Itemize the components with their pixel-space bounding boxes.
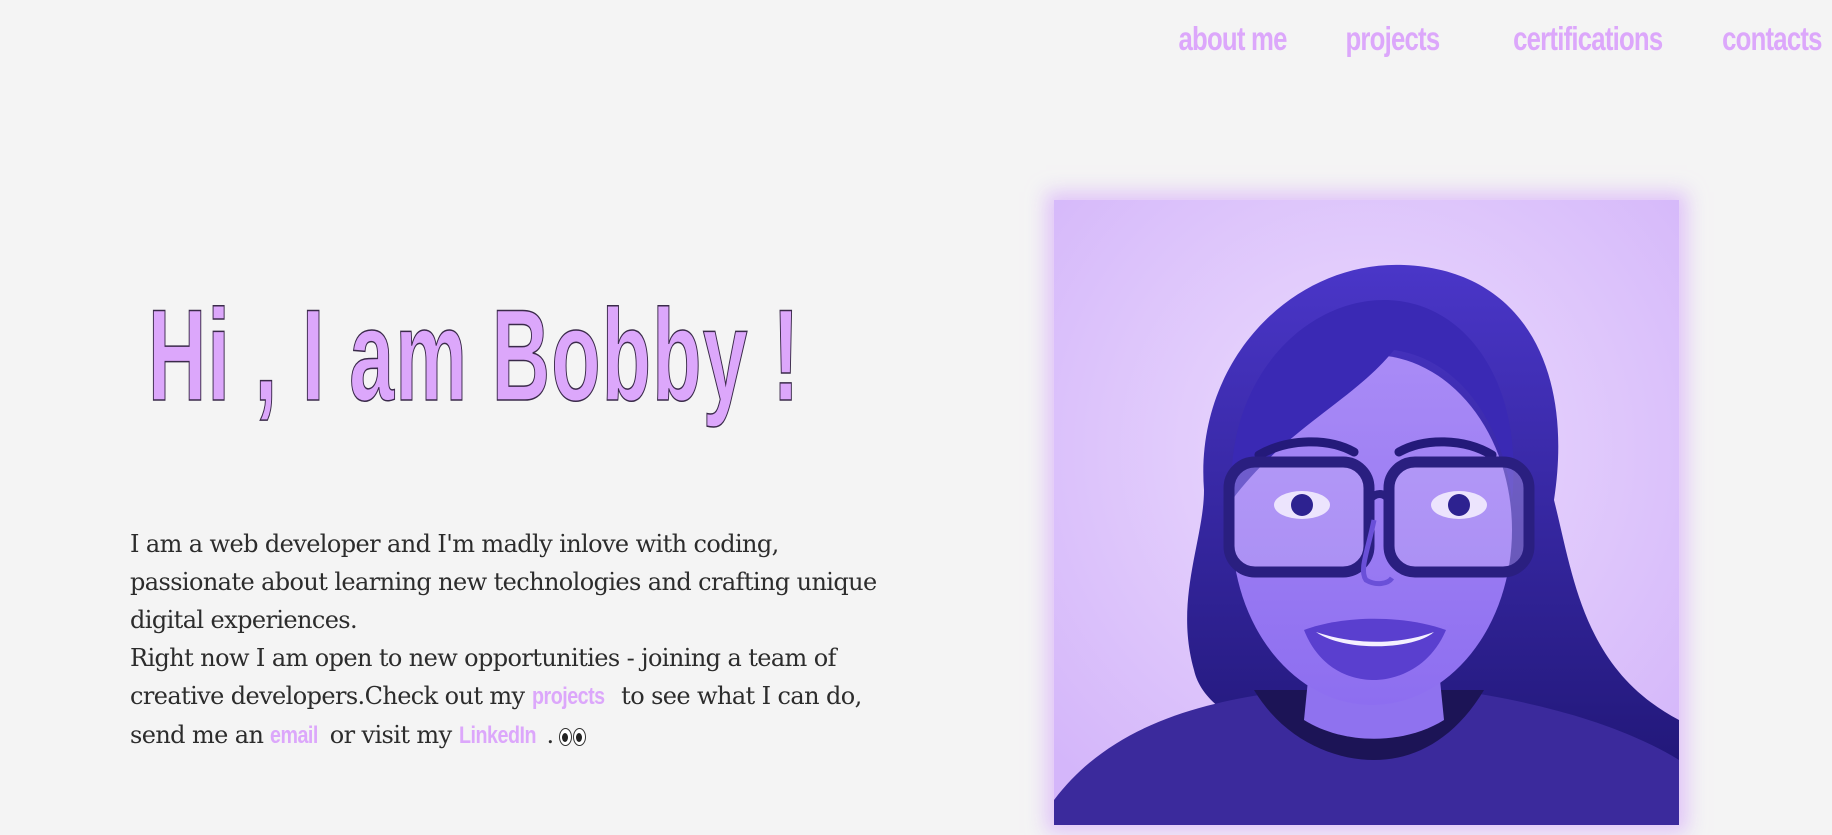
email-link[interactable]: email [270, 717, 318, 755]
linkedin-link[interactable]: LinkedIn [459, 717, 536, 755]
nav-projects-link[interactable]: projects [1345, 20, 1440, 58]
intro-text-segment: . [546, 721, 554, 749]
projects-link[interactable]: projects [532, 678, 605, 716]
intro-paragraph-1: I am a web developer and I'm madly inlov… [130, 530, 877, 634]
eye-left [559, 727, 573, 746]
nav-contacts-link[interactable]: contacts [1722, 20, 1822, 58]
profile-photo [1054, 200, 1679, 825]
eye-right [573, 727, 587, 746]
portrait-illustration [1054, 200, 1679, 825]
hero-title: Hi , I am Bobby ! [148, 282, 801, 428]
nav-certifications-link[interactable]: certifications [1513, 20, 1663, 58]
intro-text: I am a web developer and I'm madly inlov… [130, 525, 890, 755]
eyes-emoji-icon [559, 727, 587, 746]
nav-about-me-link[interactable]: about me [1178, 20, 1287, 58]
intro-text-segment: or visit my [322, 721, 459, 749]
intro-paragraph-2: Right now I am open to new opportunities… [130, 639, 890, 755]
top-nav: about me projects certifications contact… [1148, 20, 1822, 58]
